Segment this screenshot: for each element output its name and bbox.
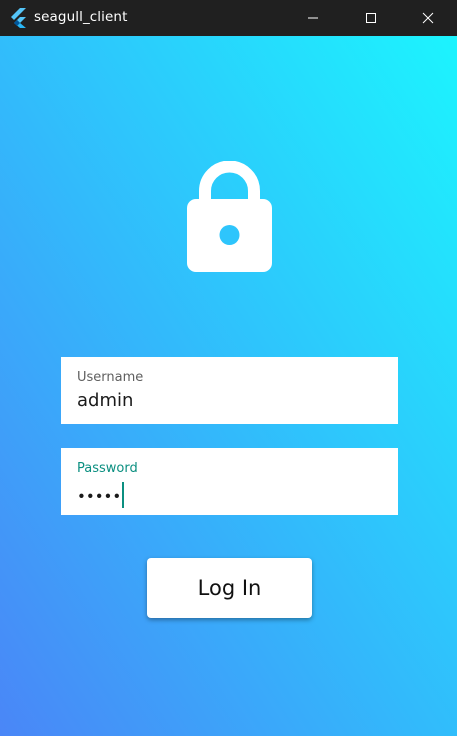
window-title: seagull_client [34, 9, 128, 25]
login-button[interactable]: Log In [147, 558, 312, 618]
maximize-button[interactable] [342, 0, 400, 36]
username-input[interactable]: admin [77, 390, 133, 411]
text-caret [122, 482, 125, 508]
username-field[interactable]: Username admin [61, 357, 398, 424]
username-label: Username [77, 370, 144, 385]
password-label: Password [77, 461, 138, 476]
login-screen: Username admin Password ••••• Log In [0, 36, 457, 736]
close-button[interactable] [399, 0, 457, 36]
lock-icon [187, 161, 272, 272]
minimize-icon [308, 17, 318, 19]
login-button-label: Log In [197, 576, 262, 600]
app-window: seagull_client Username admin Password •… [0, 0, 457, 736]
password-mask: ••••• [77, 487, 122, 506]
flutter-logo-icon [11, 8, 26, 28]
password-field[interactable]: Password ••••• [61, 448, 398, 515]
close-icon [422, 12, 434, 24]
minimize-button[interactable] [284, 0, 342, 36]
title-bar[interactable]: seagull_client [0, 0, 457, 36]
maximize-icon [366, 13, 376, 23]
password-input[interactable]: ••••• [77, 482, 125, 510]
